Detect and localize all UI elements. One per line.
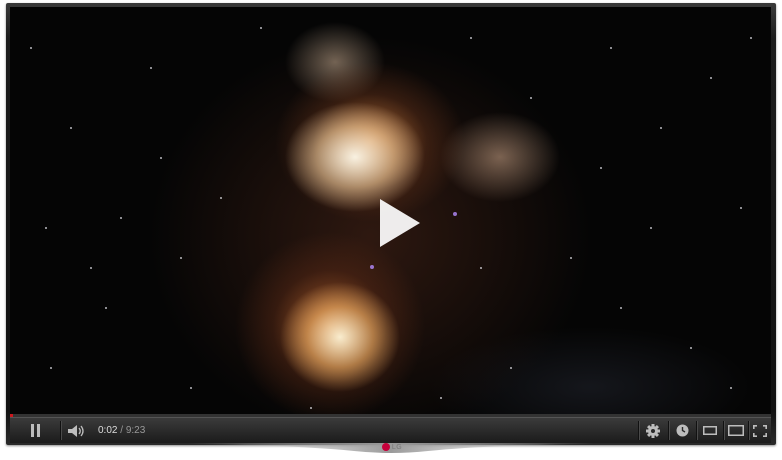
star [440,397,442,399]
star [530,97,532,99]
divider [696,421,697,440]
play-icon [380,199,420,247]
divider [638,421,639,440]
star [510,367,512,369]
gear-icon [646,423,660,438]
video-screen[interactable] [10,7,771,417]
lg-logo-icon [381,443,390,451]
star [190,387,192,389]
star [650,227,652,229]
star [50,367,52,369]
volume-button[interactable] [62,418,92,443]
progress-bar[interactable] [10,414,771,417]
star [730,387,732,389]
fullscreen-icon [753,424,767,437]
large-player-button[interactable] [725,418,747,443]
time-display: 0:02 / 9:23 [98,418,145,443]
star [120,217,122,219]
star [710,77,712,79]
brand-logo: LG [376,441,408,453]
star [453,212,457,216]
star [600,167,602,169]
star [150,67,152,69]
large-player-icon [728,425,744,436]
divider [60,421,61,440]
small-player-icon [703,426,717,435]
star [30,47,32,49]
star [160,157,162,159]
settings-button[interactable] [640,418,666,443]
current-time: 0:02 [98,425,118,436]
star [470,37,472,39]
divider [723,421,724,440]
volume-icon [68,424,84,437]
pause-button[interactable] [18,418,54,443]
star [370,265,374,269]
watch-later-button[interactable] [670,418,694,443]
star [610,47,612,49]
star [45,227,47,229]
star [310,407,312,409]
star [70,127,72,129]
star [260,27,262,29]
star [750,37,752,39]
clock-icon [676,424,688,437]
star [740,207,742,209]
divider [748,421,749,440]
star [620,307,622,309]
star [570,257,572,259]
player-control-bar: 0:02 / 9:23 [10,414,771,443]
logo-text: LG [391,443,403,451]
star [690,347,692,349]
duration: 9:23 [125,425,146,436]
star [220,197,222,199]
progress-fill [10,414,14,417]
star [90,267,92,269]
star [105,307,107,309]
star [660,127,662,129]
play-button[interactable] [376,195,424,251]
pause-icon [31,424,40,437]
fullscreen-button[interactable] [750,418,770,443]
star [180,257,182,259]
time-separator: / [120,425,124,436]
star [480,267,482,269]
small-player-button[interactable] [698,418,722,443]
divider [668,421,669,440]
